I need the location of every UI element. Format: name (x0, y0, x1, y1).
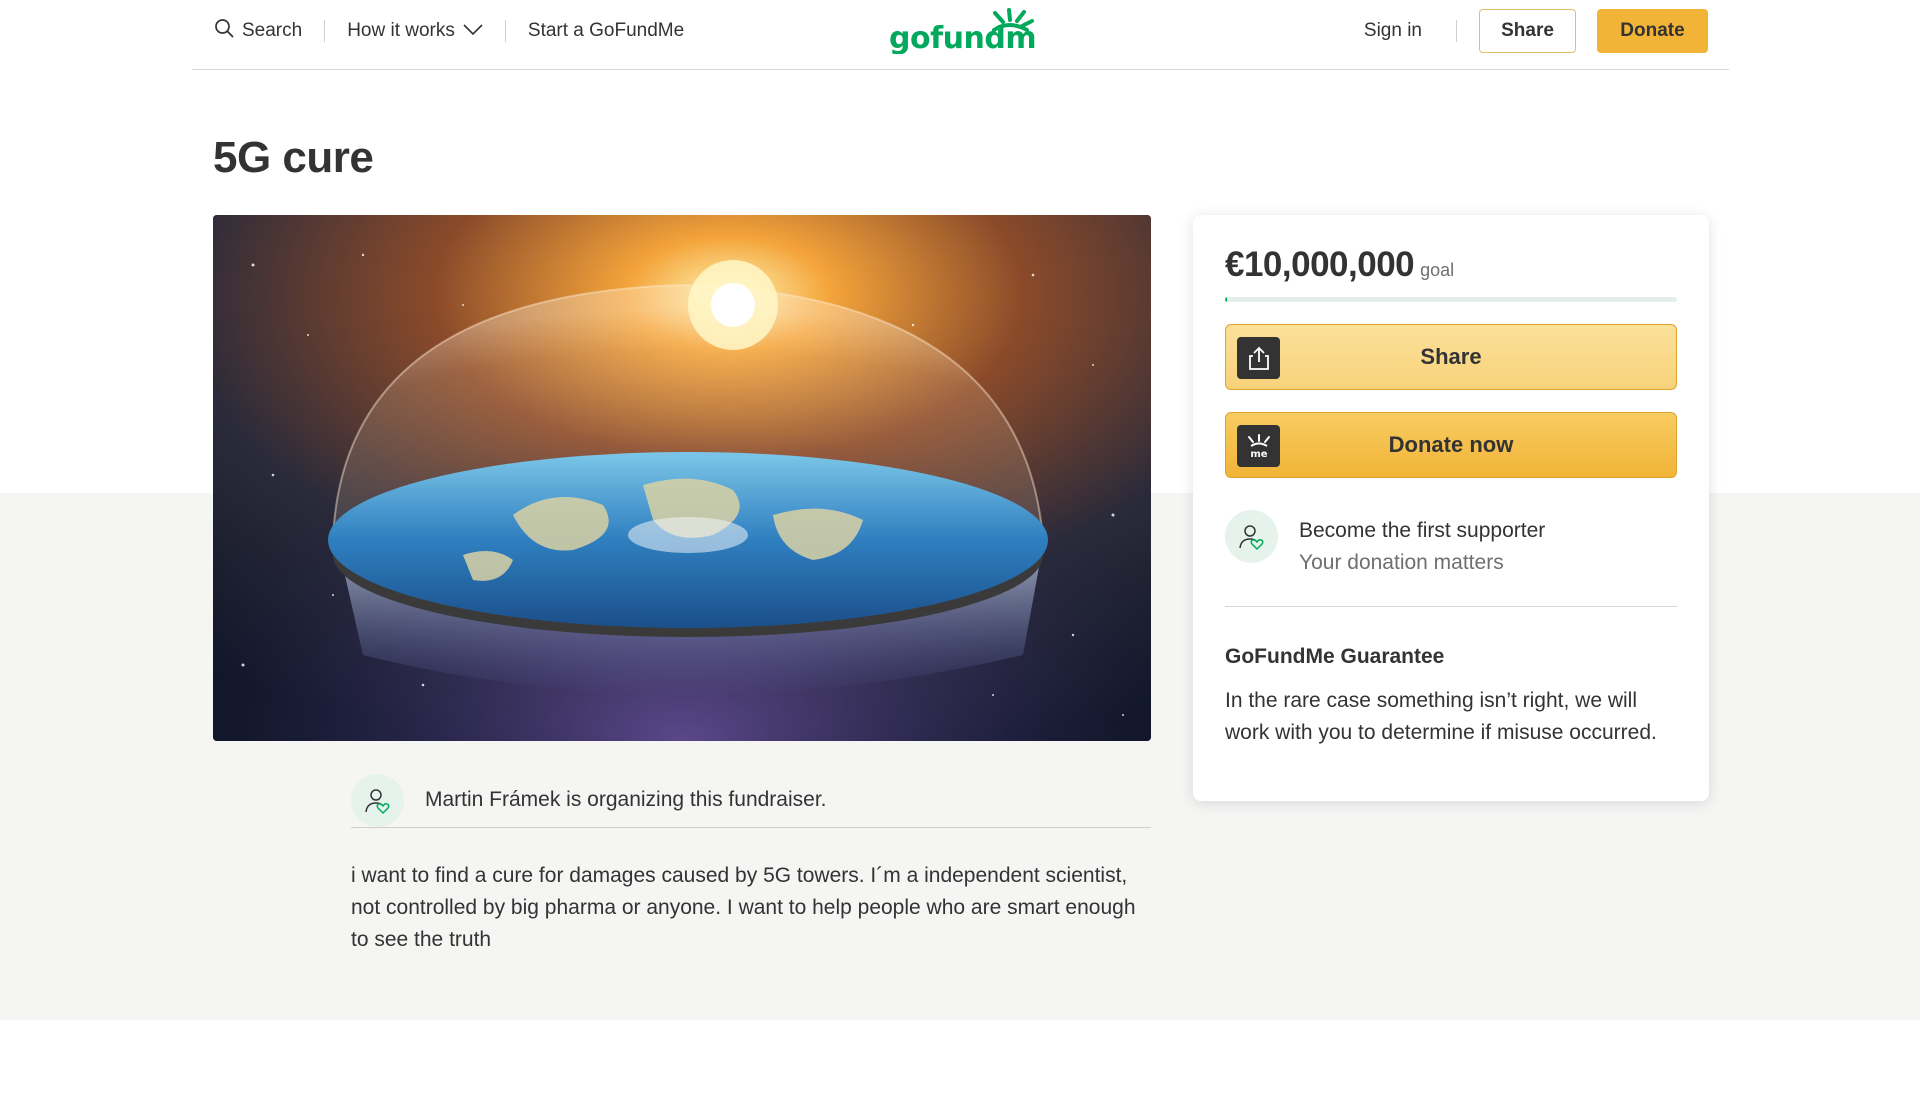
campaign-hero-image (213, 215, 1151, 741)
logo-text: gofundme (889, 21, 1035, 54)
nav-right-group: Sign in Share Donate (1364, 9, 1708, 53)
supporter-title: Become the first supporter (1299, 519, 1546, 542)
organizer-row: Martin Frámek is organizing this fundrai… (351, 774, 1151, 828)
how-it-works-label: How it works (347, 20, 455, 41)
search-label: Search (242, 20, 303, 41)
supporter-text: Become the first supporter Your donation… (1299, 515, 1545, 579)
nav-divider (1456, 20, 1457, 42)
how-it-works-menu[interactable]: How it works (347, 20, 483, 42)
search-icon (214, 18, 234, 44)
person-heart-icon (1238, 524, 1264, 550)
goal-row: €10,000,000 goal (1225, 245, 1454, 285)
organizer-text: Martin Frámek is organizing this fundrai… (425, 788, 827, 811)
card-divider (1225, 606, 1677, 607)
campaign-story: i want to find a cure for damages caused… (351, 864, 1136, 951)
chevron-down-icon (463, 20, 483, 42)
nav-divider (504, 20, 506, 42)
guarantee-title: GoFundMe Guarantee (1225, 645, 1445, 668)
nav-divider (324, 20, 326, 42)
svg-text:me: me (1250, 449, 1267, 459)
donation-card: €10,000,000 goal Share me Donate now Bec… (1193, 215, 1709, 801)
donate-now-label: Donate now (1388, 432, 1514, 457)
progress-bar (1225, 297, 1677, 302)
progress-fill (1225, 297, 1228, 302)
supporter-avatar (1225, 510, 1278, 563)
share-button[interactable]: Share (1225, 324, 1677, 390)
gofundme-logo[interactable]: gofundme (889, 8, 1056, 56)
share-button-label: Share (1420, 344, 1482, 369)
gofundme-me-icon: me (1237, 425, 1280, 467)
person-heart-icon (364, 788, 390, 814)
organizer-avatar (351, 774, 404, 827)
first-supporter-row: Become the first supporter Your donation… (1225, 510, 1545, 579)
donate-now-button[interactable]: me Donate now (1225, 412, 1677, 478)
start-gofundme-label: Start a GoFundMe (527, 20, 685, 41)
header-donate-button[interactable]: Donate (1597, 9, 1708, 53)
guarantee-text: In the rare case something isn’t right, … (1225, 689, 1657, 744)
sign-in-link[interactable]: Sign in (1364, 20, 1422, 42)
campaign-title: 5G cure (213, 133, 374, 182)
start-gofundme-link[interactable]: Start a GoFundMe (528, 20, 684, 42)
share-upload-icon (1237, 337, 1280, 379)
search-nav-item[interactable]: Search (214, 18, 302, 44)
goal-amount: €10,000,000 (1225, 245, 1415, 284)
goal-label: goal (1420, 260, 1455, 280)
header-share-button[interactable]: Share (1479, 9, 1576, 53)
nav-left-group: Search How it works Start a GoFundMe (214, 0, 684, 62)
bottom-white-band (0, 1020, 1920, 1095)
top-navigation: Search How it works Start a GoFundMe gof… (192, 0, 1729, 70)
supporter-subtitle: Your donation matters (1299, 551, 1504, 574)
